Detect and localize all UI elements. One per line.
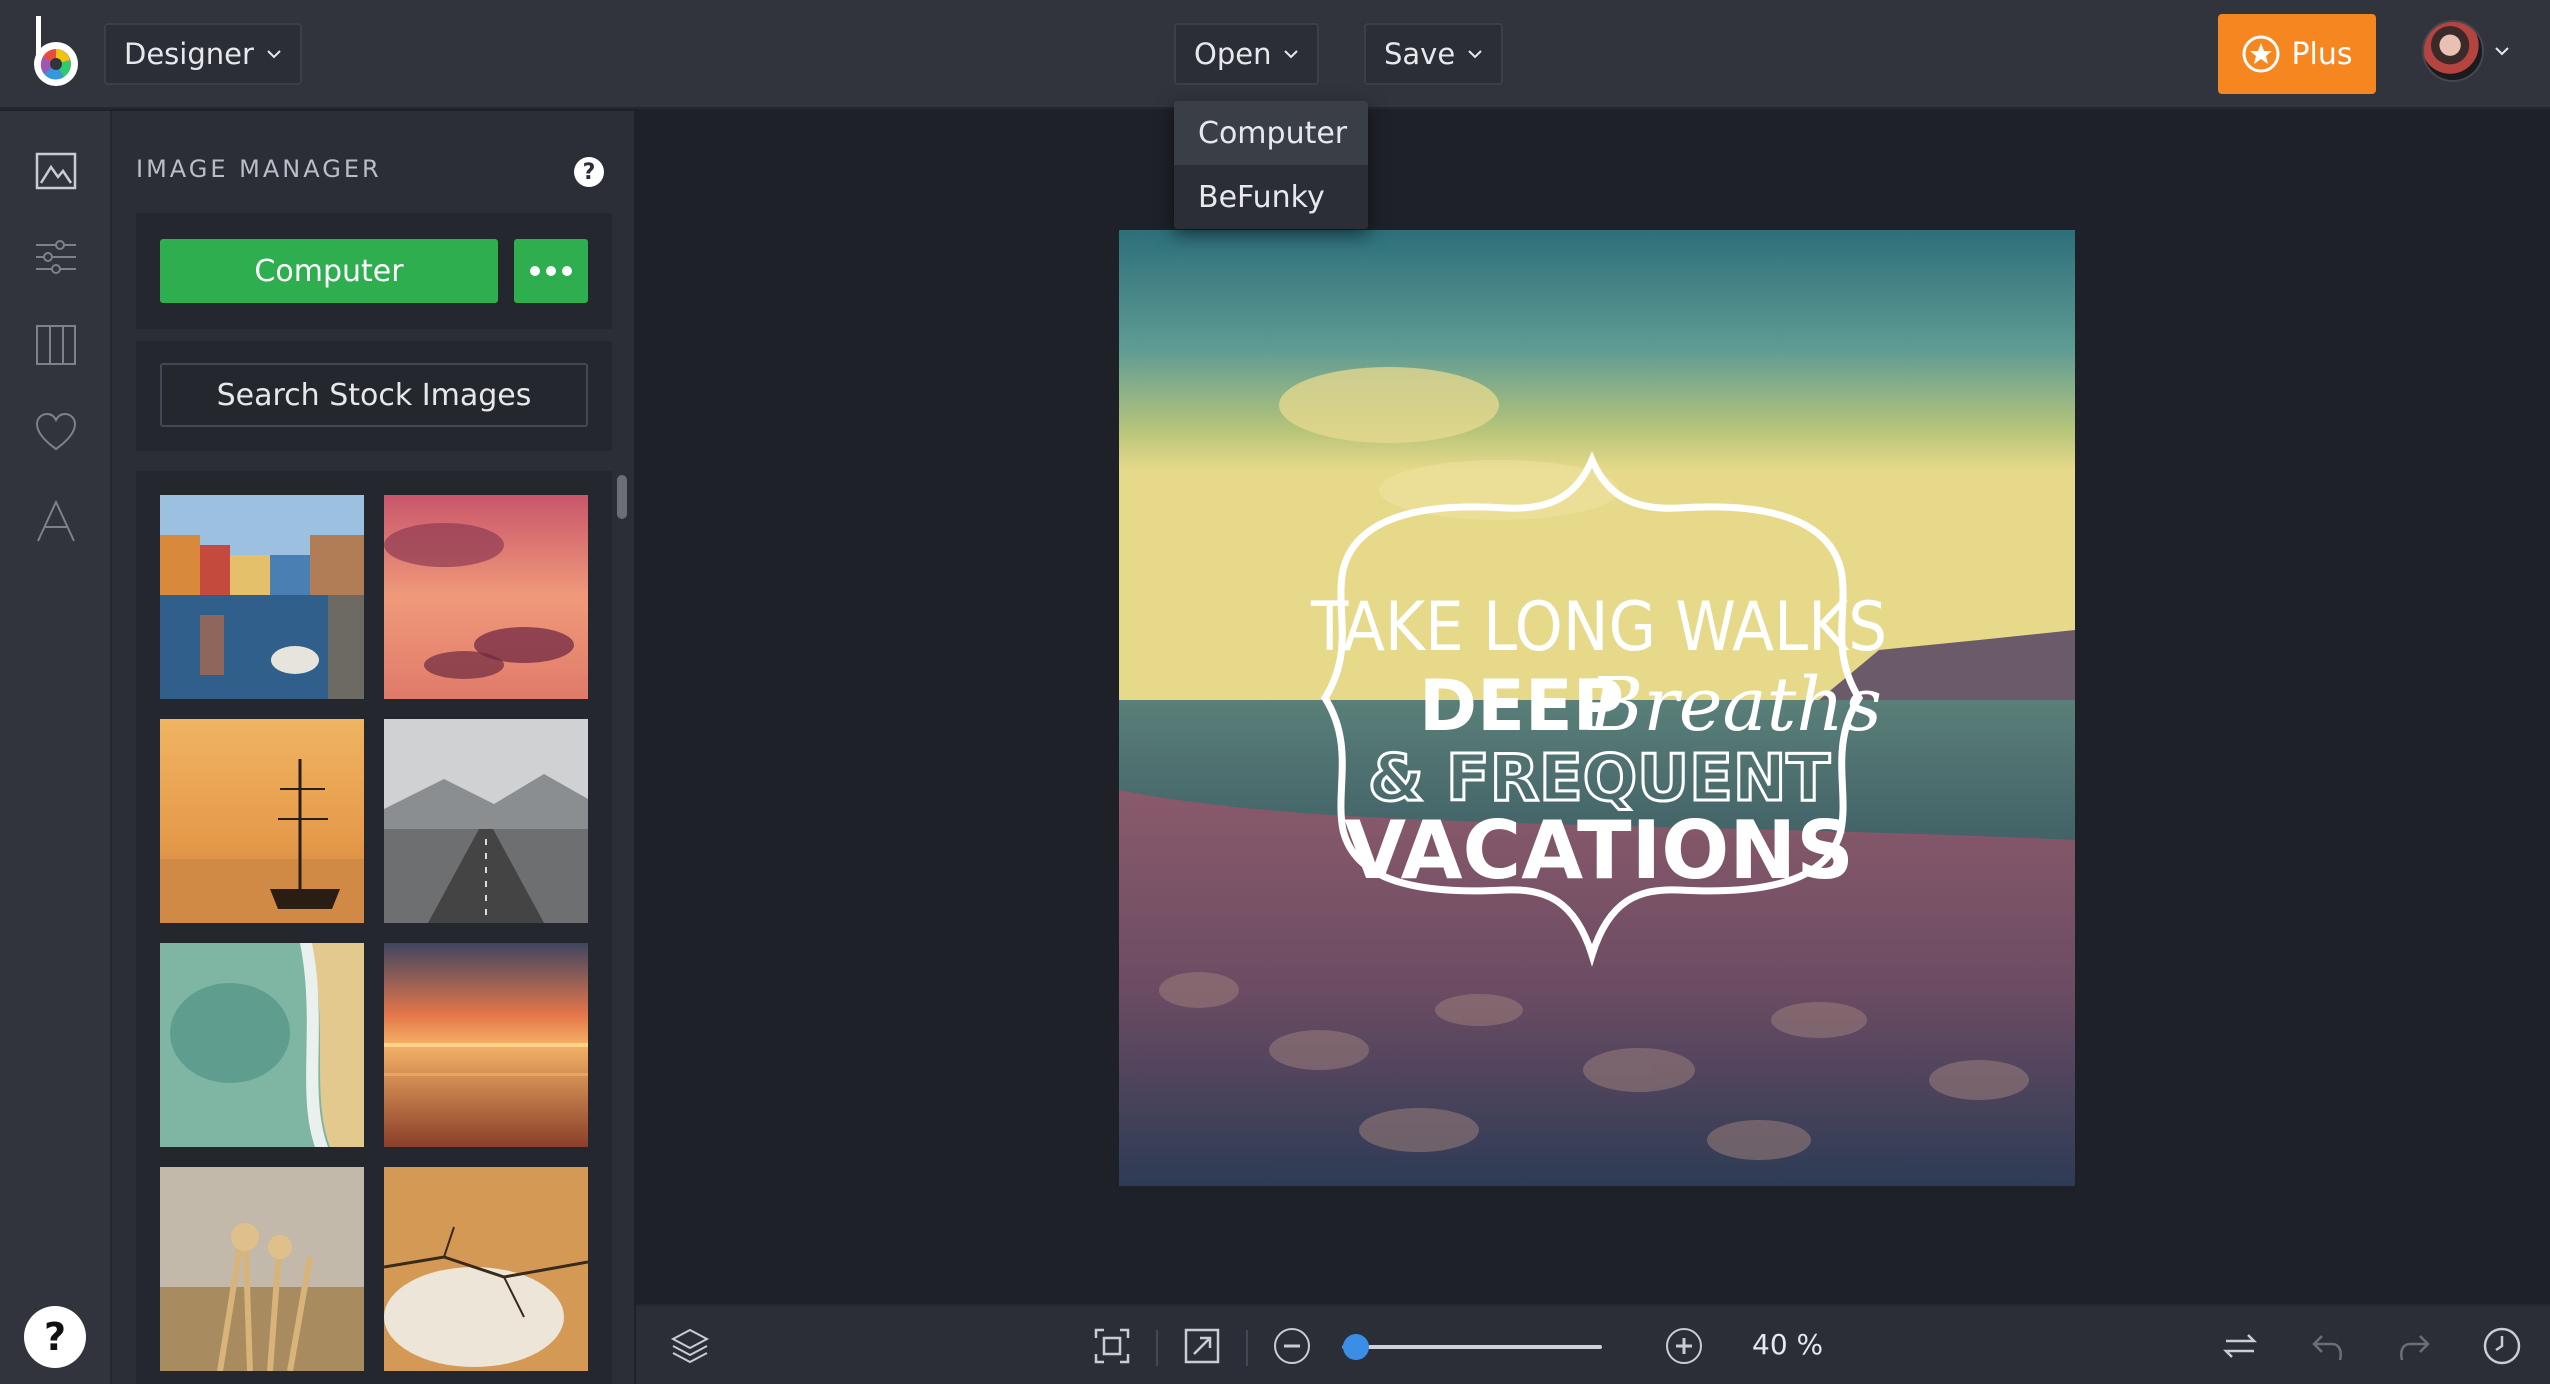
chevron-down-icon bbox=[1468, 50, 1482, 59]
thumbnail-pink-clouds[interactable] bbox=[384, 495, 588, 699]
image-manager-icon[interactable] bbox=[34, 149, 78, 193]
avatar bbox=[2422, 20, 2484, 82]
fit-to-screen-icon[interactable] bbox=[1092, 1326, 1132, 1366]
design-canvas-image[interactable]: TAKE LONG WALKS DEEP Breaths & FREQUENT … bbox=[1119, 230, 2075, 1186]
favorites-heart-icon[interactable] bbox=[34, 411, 78, 455]
save-dropdown-label: Save bbox=[1384, 37, 1456, 71]
adjust-sliders-icon[interactable] bbox=[34, 235, 78, 279]
history-clock-icon[interactable] bbox=[2482, 1326, 2522, 1366]
save-dropdown[interactable]: Save bbox=[1364, 23, 1504, 85]
chevron-down-icon bbox=[2495, 47, 2509, 56]
zoom-slider-handle[interactable] bbox=[1342, 1334, 1369, 1360]
dot-icon bbox=[530, 266, 540, 276]
thumbnail-cracked-ice[interactable] bbox=[384, 1167, 588, 1371]
tool-rail: ? bbox=[0, 111, 112, 1384]
quote-line-2b: Breaths bbox=[1587, 662, 1882, 748]
thumbnail-aerial-beach[interactable] bbox=[160, 943, 364, 1147]
zoom-in-icon[interactable] bbox=[1664, 1326, 1704, 1366]
search-stock-images-button[interactable]: Search Stock Images bbox=[160, 363, 588, 427]
thumbnail-grid bbox=[136, 471, 612, 1384]
plus-upgrade-button[interactable]: Plus bbox=[2218, 14, 2376, 94]
open-menu: Computer BeFunky bbox=[1174, 101, 1368, 229]
thumbnail-road-mountains[interactable] bbox=[384, 719, 588, 923]
mode-dropdown[interactable]: Designer bbox=[104, 23, 302, 85]
chevron-down-icon bbox=[1284, 50, 1299, 59]
star-icon bbox=[2242, 35, 2280, 73]
panel-help-icon[interactable]: ? bbox=[574, 157, 604, 187]
mode-dropdown-label: Designer bbox=[124, 37, 254, 71]
help-button[interactable]: ? bbox=[24, 1306, 86, 1368]
panel-title: IMAGE MANAGER bbox=[136, 155, 382, 183]
bottom-toolbar: 40 % bbox=[636, 1304, 2550, 1384]
zoom-slider-track[interactable] bbox=[1342, 1345, 1602, 1349]
more-options-button[interactable] bbox=[514, 239, 588, 303]
panel-scrollbar[interactable] bbox=[617, 475, 627, 519]
text-icon[interactable] bbox=[34, 499, 78, 543]
divider bbox=[1246, 1330, 1248, 1366]
top-bar: Designer Open Save Plus bbox=[0, 0, 2550, 109]
open-dropdown[interactable]: Open bbox=[1174, 23, 1320, 85]
actual-size-icon[interactable] bbox=[1182, 1326, 1222, 1366]
layouts-icon[interactable] bbox=[34, 323, 78, 367]
quote-line-1: TAKE LONG WALKS bbox=[1310, 588, 1887, 667]
dot-icon bbox=[546, 266, 556, 276]
thumbnail-dry-grass[interactable] bbox=[160, 1167, 364, 1371]
image-manager-panel: IMAGE MANAGER ? Computer Search Stock Im… bbox=[112, 111, 634, 1384]
zoom-percentage: 40 % bbox=[1752, 1328, 1824, 1361]
divider bbox=[1156, 1330, 1158, 1366]
stock-box: Search Stock Images bbox=[136, 341, 612, 451]
befunky-logo[interactable] bbox=[26, 14, 86, 94]
dot-icon bbox=[562, 266, 572, 276]
upload-box: Computer bbox=[136, 213, 612, 329]
undo-icon[interactable] bbox=[2308, 1326, 2348, 1366]
plus-label: Plus bbox=[2291, 36, 2353, 72]
chevron-down-icon bbox=[267, 50, 281, 59]
thumbnail-sunset-sea[interactable] bbox=[384, 943, 588, 1147]
redo-icon[interactable] bbox=[2394, 1326, 2434, 1366]
thumbnail-venice-canal[interactable] bbox=[160, 495, 364, 699]
quote-line-4: VACATIONS bbox=[1344, 804, 1854, 897]
open-menu-item-befunky[interactable]: BeFunky bbox=[1174, 165, 1368, 229]
beach-quote-photo: TAKE LONG WALKS DEEP Breaths & FREQUENT … bbox=[1119, 230, 2075, 1186]
swap-icon[interactable] bbox=[2220, 1326, 2260, 1366]
account-menu[interactable] bbox=[2422, 20, 2510, 82]
open-dropdown-label: Open bbox=[1194, 37, 1272, 71]
computer-upload-button[interactable]: Computer bbox=[160, 239, 498, 303]
open-menu-item-computer[interactable]: Computer bbox=[1174, 101, 1368, 165]
layers-icon[interactable] bbox=[670, 1326, 710, 1366]
zoom-out-icon[interactable] bbox=[1272, 1326, 1312, 1366]
thumbnail-ship-sunset[interactable] bbox=[160, 719, 364, 923]
